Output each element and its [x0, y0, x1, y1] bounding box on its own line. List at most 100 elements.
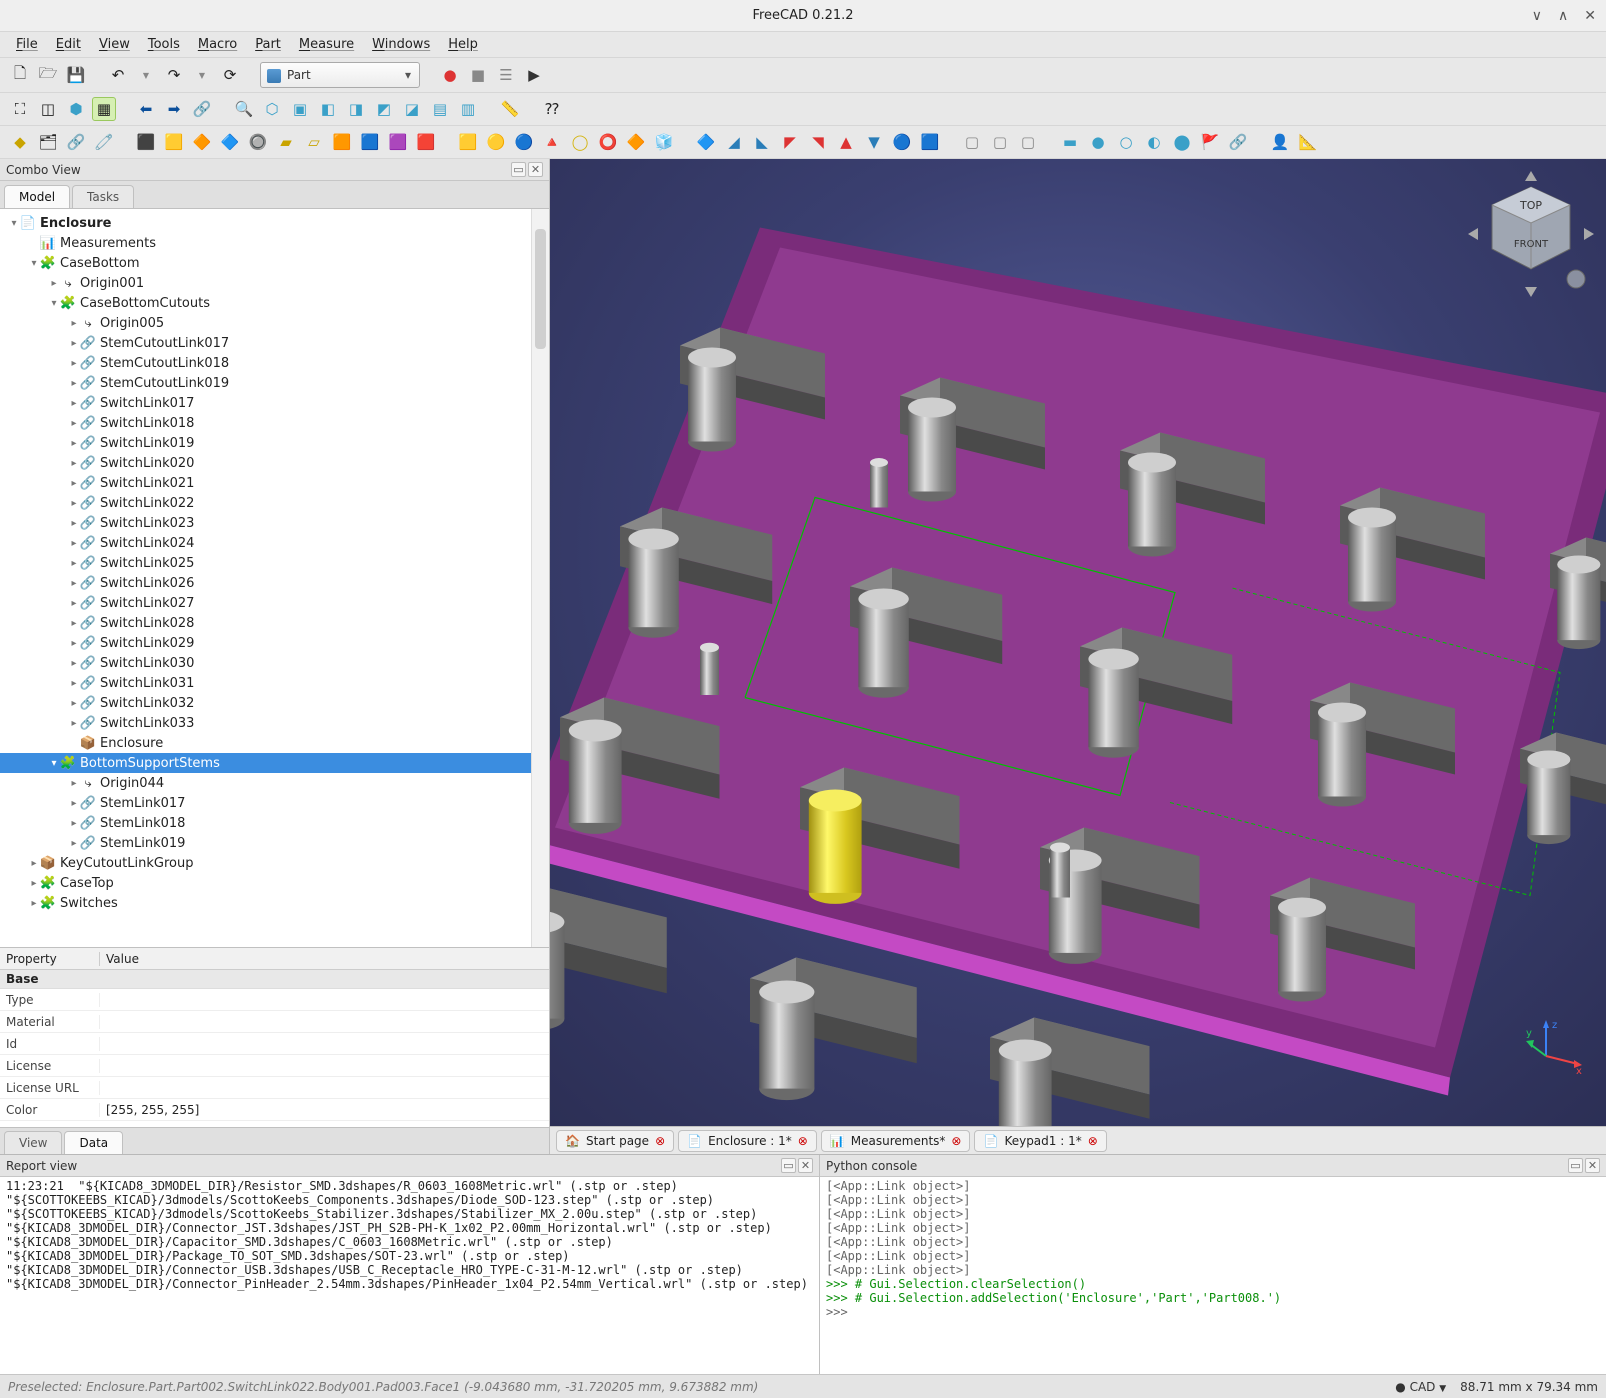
isometric-view-icon[interactable]: ⬢ [64, 97, 88, 121]
front-view-icon[interactable]: ▦ [92, 97, 116, 121]
tree-item-switches[interactable]: ▸🧩Switches [0, 893, 549, 913]
window-close-icon[interactable]: ✕ [1584, 8, 1596, 24]
menu-help[interactable]: Help [440, 34, 486, 55]
torus-icon[interactable]: ◯ [568, 130, 592, 154]
property-row-material[interactable]: Material [0, 1011, 549, 1033]
tree-item-switchlink026[interactable]: ▸🔗SwitchLink026 [0, 573, 549, 593]
group-icon[interactable]: 🗂 [36, 130, 60, 154]
tree-expander-icon[interactable]: ▾ [28, 258, 40, 269]
tree-item-switchlink018[interactable]: ▸🔗SwitchLink018 [0, 413, 549, 433]
report-log[interactable]: 11:23:21 "${KICAD8_3DMODEL_DIR}/Resistor… [0, 1177, 819, 1374]
redo-dropdown-icon[interactable]: ▼ [190, 63, 214, 87]
tree-expander-icon[interactable]: ▸ [68, 478, 80, 489]
tree-expander-icon[interactable]: ▸ [68, 558, 80, 569]
doc-tab[interactable]: 🏠Start page⊗ [556, 1130, 674, 1152]
tree-item-enclosure[interactable]: 📦Enclosure [0, 733, 549, 753]
view-5-icon[interactable]: ▤ [428, 97, 452, 121]
tree-item-measurements[interactable]: 📊Measurements [0, 233, 549, 253]
close-icon[interactable]: ⊗ [798, 1134, 808, 1148]
view-3-icon[interactable]: ◩ [372, 97, 396, 121]
tree-item-switchlink020[interactable]: ▸🔗SwitchLink020 [0, 453, 549, 473]
measure-icon[interactable]: 📏 [498, 97, 522, 121]
cylinder-icon[interactable]: 🟡 [484, 130, 508, 154]
tree-expander-icon[interactable]: ▸ [68, 778, 80, 789]
tree-expander-icon[interactable]: ▾ [48, 758, 60, 769]
undo-icon[interactable]: ↶ [106, 63, 130, 87]
doc-tab[interactable]: 📄Keypad1 : 1*⊗ [974, 1130, 1106, 1152]
tree-item-stemlink017[interactable]: ▸🔗StemLink017 [0, 793, 549, 813]
tree-expander-icon[interactable]: ▸ [48, 278, 60, 289]
boolean-icon[interactable]: 🔷 [694, 130, 718, 154]
doc-tab[interactable]: 📊Measurements*⊗ [821, 1130, 971, 1152]
tree-expander-icon[interactable]: ▸ [68, 458, 80, 469]
tree-item-casebottom[interactable]: ▾🧩CaseBottom [0, 253, 549, 273]
tree-expander-icon[interactable]: ▸ [68, 598, 80, 609]
menu-measure[interactable]: Measure [291, 34, 362, 55]
ruled-icon[interactable]: ▰ [274, 130, 298, 154]
new-icon[interactable]: 🗋 [8, 63, 32, 87]
3d-viewport[interactable]: TOP FRONT z x [550, 159, 1606, 1126]
fit-all-icon[interactable]: ⛶ [8, 97, 32, 121]
tree-expander-icon[interactable]: ▸ [28, 898, 40, 909]
boundingbox-icon[interactable]: ▣ [288, 97, 312, 121]
macro-play-icon[interactable]: ▶ [522, 63, 546, 87]
tree-item-origin044[interactable]: ▸⤷Origin044 [0, 773, 549, 793]
navcube-top[interactable]: TOP [1519, 199, 1542, 212]
offset3d-icon[interactable]: 🟪 [386, 130, 410, 154]
tree-expander-icon[interactable]: ▸ [68, 698, 80, 709]
tree-item-stemlink019[interactable]: ▸🔗StemLink019 [0, 833, 549, 853]
split-icon[interactable]: ▲ [834, 130, 858, 154]
workbench-select[interactable]: Part [260, 62, 420, 88]
tree-expander-icon[interactable]: ▸ [68, 638, 80, 649]
draw-style-icon[interactable]: ⬡ [260, 97, 284, 121]
doc-tab[interactable]: 📄Enclosure : 1*⊗ [678, 1130, 817, 1152]
cut-icon[interactable]: ◢ [722, 130, 746, 154]
tree-item-switchlink032[interactable]: ▸🔗SwitchLink032 [0, 693, 549, 713]
tree-expander-icon[interactable]: ▸ [68, 498, 80, 509]
save-icon[interactable]: 💾 [64, 63, 88, 87]
tree-expander-icon[interactable]: ▸ [68, 618, 80, 629]
tree-item-stemcutoutlink019[interactable]: ▸🔗StemCutoutLink019 [0, 373, 549, 393]
tree-item-switchlink022[interactable]: ▸🔗SwitchLink022 [0, 493, 549, 513]
panel-float-icon[interactable]: ▭ [781, 1158, 796, 1173]
nav-forward-icon[interactable]: ➡ [162, 97, 186, 121]
view-4-icon[interactable]: ◪ [400, 97, 424, 121]
sphere-icon[interactable]: 🔵 [512, 130, 536, 154]
defeaturing-icon[interactable]: 🟦 [918, 130, 942, 154]
cube-icon[interactable]: 🟨 [456, 130, 480, 154]
navcube-front[interactable]: FRONT [1514, 239, 1549, 250]
tree-expander-icon[interactable]: ▸ [68, 798, 80, 809]
tree-expander-icon[interactable]: ▸ [68, 338, 80, 349]
thickness-icon[interactable]: 🟥 [414, 130, 438, 154]
tree-item-switchlink029[interactable]: ▸🔗SwitchLink029 [0, 633, 549, 653]
property-row-license-url[interactable]: License URL [0, 1077, 549, 1099]
view-6-icon[interactable]: ▥ [456, 97, 480, 121]
box-select-icon[interactable]: ▢ [1016, 130, 1040, 154]
macro-record-icon[interactable]: ● [438, 63, 462, 87]
common-icon[interactable]: ◤ [778, 130, 802, 154]
window-maximize-icon[interactable]: ∧ [1558, 8, 1568, 24]
revolve-icon[interactable]: 🟨 [162, 130, 186, 154]
tree-scrollbar[interactable] [531, 209, 549, 947]
tree-item-origin001[interactable]: ▸⤷Origin001 [0, 273, 549, 293]
prop-tab-view[interactable]: View [4, 1131, 62, 1154]
property-row-type[interactable]: Type [0, 989, 549, 1011]
view-1-icon[interactable]: ◧ [316, 97, 340, 121]
tree-expander-icon[interactable]: ▸ [68, 578, 80, 589]
whatsthis-icon[interactable]: ⁇ [540, 97, 564, 121]
tree-expander-icon[interactable]: ▸ [68, 398, 80, 409]
link-actions2-icon[interactable]: 🧷 [92, 130, 116, 154]
panel-float-icon[interactable]: ▭ [511, 162, 526, 177]
tree-expander-icon[interactable]: ▸ [28, 878, 40, 889]
tree-expander-icon[interactable]: ▸ [68, 358, 80, 369]
sweep-icon[interactable]: 🟧 [330, 130, 354, 154]
primitives-icon[interactable]: 🔶 [624, 130, 648, 154]
navigation-cube[interactable]: TOP FRONT [1466, 169, 1596, 299]
tree-item-stemcutoutlink018[interactable]: ▸🔗StemCutoutLink018 [0, 353, 549, 373]
fuse-icon[interactable]: ◣ [750, 130, 774, 154]
link-make-icon[interactable]: 🔗 [64, 130, 88, 154]
tree-item-switchlink023[interactable]: ▸🔗SwitchLink023 [0, 513, 549, 533]
close-icon[interactable]: ⊗ [1088, 1134, 1098, 1148]
tree-item-switchlink021[interactable]: ▸🔗SwitchLink021 [0, 473, 549, 493]
tree-item-keycutoutlinkgroup[interactable]: ▸📦KeyCutoutLinkGroup [0, 853, 549, 873]
